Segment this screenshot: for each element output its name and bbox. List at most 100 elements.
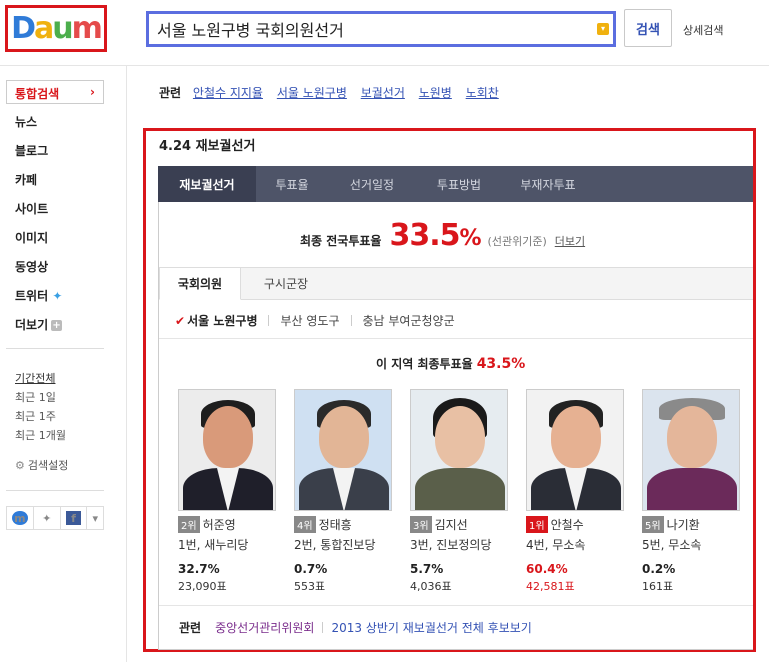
candidate-photo[interactable] <box>410 389 508 511</box>
candidate-photo[interactable] <box>178 389 276 511</box>
sidebar-item-news[interactable]: 뉴스 <box>15 113 37 130</box>
nec-link[interactable]: 중앙선거관리위원회 <box>215 619 314 636</box>
candidate-party: 1번, 새누리당 <box>178 538 249 552</box>
plus-icon: + <box>51 320 63 331</box>
candidate-party: 5번, 무소속 <box>642 538 702 552</box>
sidebar-item-cafe[interactable]: 카페 <box>15 171 37 188</box>
national-turnout: 최종 전국투표율 33.5 % (선관위기준) 더보기 <box>300 218 585 253</box>
related-link[interactable]: 노원병 <box>419 86 452 100</box>
period-1week[interactable]: 최근 1주 <box>15 408 56 424</box>
district-selector: ✔ 서울 노원구병 부산 영도구 충남 부여군청양군 <box>175 312 455 329</box>
share-bar: m ✦ f ▾ <box>6 506 104 530</box>
related-link[interactable]: 안철수 지지율 <box>193 86 263 100</box>
candidate-card[interactable]: 5위 나기환 5번, 무소속 0.2% 161표 <box>642 389 740 594</box>
sidebar-item-blog[interactable]: 블로그 <box>15 142 48 159</box>
daum-logo[interactable]: Daum <box>5 5 107 52</box>
vote-count: 42,581표 <box>526 580 575 593</box>
turnout-note: (선관위기준) <box>487 235 547 248</box>
candidate-card[interactable]: 3위 김지선 3번, 진보정의당 5.7% 4,036표 <box>410 389 508 594</box>
tab-voting-method[interactable]: 투표방법 <box>416 166 502 202</box>
divider <box>268 315 270 326</box>
candidate-name[interactable]: 김지선 <box>435 516 468 533</box>
candidate-name[interactable]: 안철수 <box>551 516 584 533</box>
period-1day[interactable]: 최근 1일 <box>15 389 56 405</box>
tab-absentee[interactable]: 부재자투표 <box>502 166 594 202</box>
twitter-icon: ✦ <box>42 511 52 525</box>
tab-schedule[interactable]: 선거일정 <box>328 166 416 202</box>
share-facebook[interactable]: f <box>61 507 88 529</box>
check-icon: ✔ <box>175 313 186 328</box>
chevron-right-icon: › <box>90 85 95 99</box>
turnout-label: 최종 전국투표율 <box>300 234 382 248</box>
sidebar-item-image[interactable]: 이미지 <box>15 229 48 246</box>
related-label: 관련 <box>159 86 182 100</box>
tab-local-heads[interactable]: 구시군장 <box>245 267 327 300</box>
candidate-name[interactable]: 정태흥 <box>319 516 352 533</box>
area-turnout-label: 이 지역 최종투표율 <box>376 357 473 371</box>
tab-by-election[interactable]: 재보궐선거 <box>158 166 256 202</box>
sidebar-item-label: 트위터 <box>15 289 49 303</box>
vote-percent: 0.7% <box>294 562 328 576</box>
period-1month[interactable]: 최근 1개월 <box>15 427 66 443</box>
vote-percent: 60.4% <box>526 562 568 576</box>
mypeople-icon: m <box>12 511 28 525</box>
divider <box>322 622 324 633</box>
district-yeongdo[interactable]: 부산 영도구 <box>280 312 339 329</box>
search-box: ▾ <box>146 11 616 47</box>
vote-percent: 32.7% <box>178 562 220 576</box>
turnout-unit: % <box>459 226 482 251</box>
sidebar-item-twitter[interactable]: 트위터 ✦ <box>15 287 62 304</box>
candidate-card[interactable]: 4위 정태흥 2번, 통합진보당 0.7% 553표 <box>294 389 392 594</box>
share-mypeople[interactable]: m <box>7 507 34 529</box>
related-link[interactable]: 서울 노원구병 <box>277 86 347 100</box>
search-button[interactable]: 검색 <box>624 9 672 47</box>
section-title: 4.24 재보궐선거 <box>159 139 256 154</box>
sidebar-item-integrated[interactable]: 통합검색 › <box>6 80 104 104</box>
district-nowon[interactable]: 서울 노원구병 <box>187 312 257 329</box>
candidate-party: 4번, 무소속 <box>526 538 586 552</box>
candidate-card[interactable]: 2위 허준영 1번, 새누리당 32.7% 23,090표 <box>178 389 276 594</box>
search-settings[interactable]: ⚙ 검색설정 <box>15 457 68 473</box>
advanced-search-link[interactable]: 상세검색 <box>683 22 723 38</box>
election-tabs: 재보궐선거 투표율 선거일정 투표방법 부재자투표 <box>158 166 753 202</box>
rank-badge: 5위 <box>642 516 664 533</box>
tab-turnout[interactable]: 투표율 <box>256 166 328 202</box>
vote-percent: 0.2% <box>642 562 676 576</box>
area-turnout: 이 지역 최종투표율 43.5% <box>376 355 525 372</box>
candidate-name[interactable]: 허준영 <box>203 516 236 533</box>
sub-tabs: 국회의원 구시군장 <box>159 267 753 300</box>
twitter-icon: ✦ <box>52 289 63 303</box>
sidebar-item-video[interactable]: 동영상 <box>15 258 48 275</box>
divider <box>6 348 104 349</box>
sidebar-item-more[interactable]: 더보기 + <box>15 316 63 333</box>
district-buyeo[interactable]: 충남 부여군청양군 <box>363 312 455 329</box>
facebook-icon: f <box>65 511 82 525</box>
search-input[interactable] <box>157 17 587 41</box>
candidate-party: 3번, 진보정의당 <box>410 538 492 552</box>
candidate-photo[interactable] <box>526 389 624 511</box>
divider <box>350 315 352 326</box>
vote-count: 23,090표 <box>178 580 227 593</box>
period-all[interactable]: 기간전체 <box>15 370 55 386</box>
related-link[interactable]: 노회찬 <box>466 86 499 100</box>
chevron-down-icon[interactable]: ▾ <box>597 23 609 35</box>
candidate-card[interactable]: 1위 안철수 4번, 무소속 60.4% 42,581표 <box>526 389 624 594</box>
share-twitter[interactable]: ✦ <box>34 507 61 529</box>
logo-text: Daum <box>11 11 103 46</box>
all-candidates-link[interactable]: 2013 상반기 재보궐선거 전체 후보보기 <box>331 619 531 636</box>
candidate-photo[interactable] <box>294 389 392 511</box>
related-link[interactable]: 보궐선거 <box>361 86 405 100</box>
tab-national-assembly[interactable]: 국회의원 <box>159 267 241 300</box>
sidebar-item-site[interactable]: 사이트 <box>15 200 48 217</box>
share-more[interactable]: ▾ <box>87 507 103 529</box>
vote-count: 4,036표 <box>410 580 452 593</box>
sidebar-item-label: 통합검색 <box>15 87 60 101</box>
candidate-name[interactable]: 나기환 <box>667 516 700 533</box>
candidate-photo[interactable] <box>642 389 740 511</box>
rank-badge: 2위 <box>178 516 200 533</box>
more-link[interactable]: 더보기 <box>555 233 585 249</box>
candidate-party: 2번, 통합진보당 <box>294 538 376 552</box>
sidebar: 통합검색 › 뉴스 블로그 카페 사이트 이미지 동영상 트위터 ✦ 더보기 + … <box>0 66 127 662</box>
header: Daum ▾ 검색 상세검색 <box>0 0 769 66</box>
rank-badge: 1위 <box>526 516 548 533</box>
